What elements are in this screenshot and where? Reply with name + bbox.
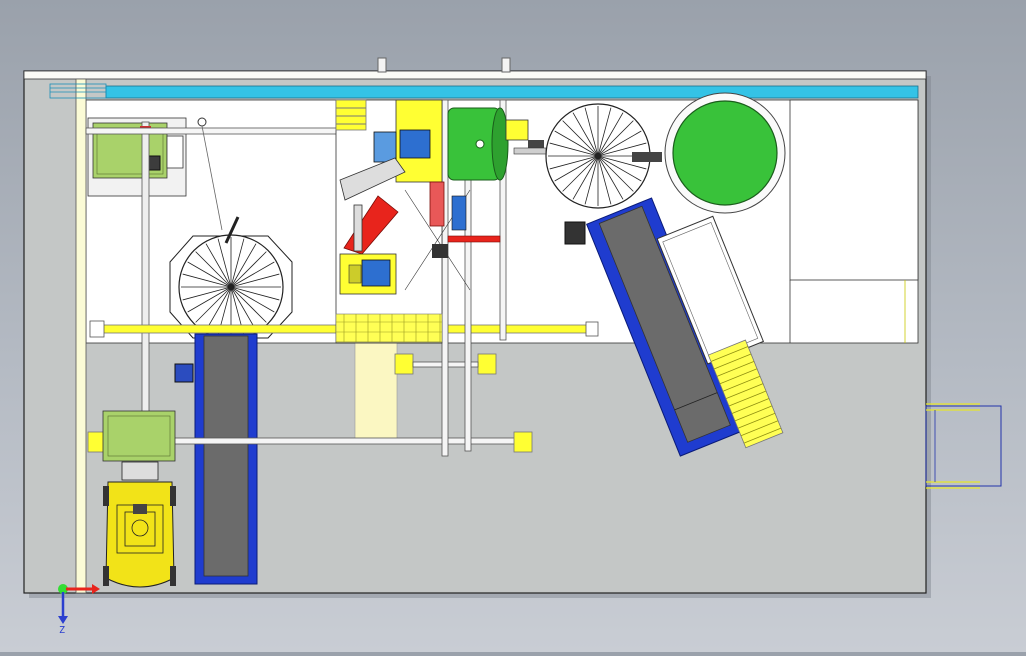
floor-marking-strip <box>354 342 398 440</box>
west-walkway <box>75 78 87 594</box>
green-storage-tank-horizontal[interactable] <box>447 107 509 181</box>
north-wall <box>23 70 927 80</box>
conveyor-left-motor <box>174 363 194 383</box>
roof-vent-2 <box>501 57 511 73</box>
external-loading-outline[interactable] <box>925 403 1002 489</box>
green-storage-tank-round[interactable] <box>664 92 786 214</box>
valve-handwheel[interactable] <box>197 117 207 127</box>
outline-box <box>925 405 1002 487</box>
right-sub-room <box>789 99 919 281</box>
model-drawing[interactable]: Z <box>0 0 1026 652</box>
z-axis-label: Z <box>59 625 65 636</box>
conveyor-inclined-motor <box>564 221 586 245</box>
water-channel[interactable] <box>105 85 919 99</box>
control-panel-lower[interactable] <box>102 410 176 462</box>
cad-graphics-viewport[interactable]: Z <box>0 0 1026 652</box>
roof-vent-1 <box>377 57 387 73</box>
vertical-pipe-west[interactable] <box>140 121 151 453</box>
